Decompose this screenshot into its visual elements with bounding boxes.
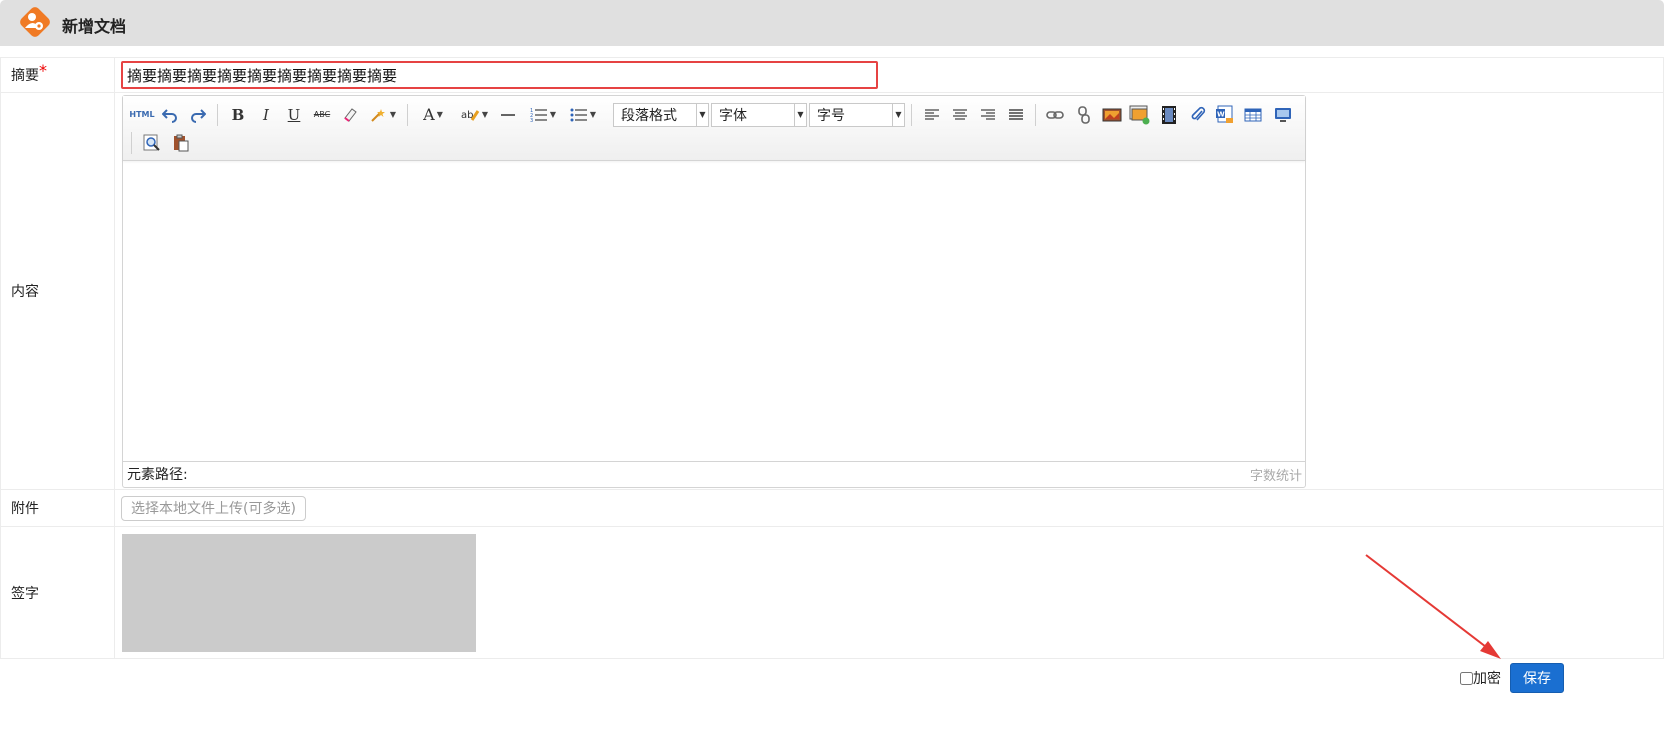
save-button[interactable]: 保存 xyxy=(1510,663,1564,693)
strikethrough-icon[interactable]: ABC xyxy=(311,103,333,127)
image-icon[interactable] xyxy=(1099,103,1125,127)
table-icon[interactable] xyxy=(1241,103,1265,127)
italic-icon[interactable]: I xyxy=(255,103,277,127)
attachment-icon[interactable] xyxy=(1186,103,1210,127)
upload-files-button[interactable]: 选择本地文件上传(可多选) xyxy=(121,495,306,521)
page-header: 新增文档 xyxy=(0,0,1664,46)
align-justify-icon[interactable] xyxy=(1005,103,1027,127)
word-import-icon[interactable]: W xyxy=(1213,103,1237,127)
format-brush-icon[interactable]: ▼ xyxy=(367,103,399,127)
chevron-down-icon: ▼ xyxy=(892,103,904,126)
align-center-icon[interactable] xyxy=(949,103,971,127)
page-title: 新增文档 xyxy=(62,17,127,36)
svg-text:3: 3 xyxy=(530,118,533,124)
eraser-icon[interactable] xyxy=(339,103,361,127)
align-right-icon[interactable] xyxy=(977,103,999,127)
attachment-row: 附件 选择本地文件上传(可多选) xyxy=(0,489,1664,527)
word-count: 字数统计 xyxy=(1249,468,1302,484)
underline-icon[interactable]: U xyxy=(283,103,305,127)
search-preview-icon[interactable] xyxy=(140,131,164,155)
toolbar-separator xyxy=(1035,103,1036,126)
summary-row: 摘要* xyxy=(0,57,1664,93)
content-cell: HTML B I U ABC ▼ A ▼ ab ▼ 1 2 3 ▼ ▼ 段落格式… xyxy=(114,92,1664,490)
redo-icon[interactable] xyxy=(187,103,209,127)
element-path-label: 元素路径: xyxy=(127,467,188,483)
chevron-down-icon: ▼ xyxy=(696,103,708,126)
video-icon[interactable] xyxy=(1157,103,1181,127)
font-family-select[interactable]: 字体 ▼ xyxy=(711,102,807,127)
signature-row: 签字 xyxy=(0,526,1664,659)
summary-input[interactable] xyxy=(121,61,878,89)
editor-statusbar: 元素路径: 字数统计 xyxy=(123,460,1305,487)
attachment-cell: 选择本地文件上传(可多选) xyxy=(114,489,1664,527)
unlink-icon[interactable] xyxy=(1072,103,1096,127)
unordered-list-icon[interactable]: ▼ xyxy=(565,103,601,127)
paste-icon[interactable] xyxy=(169,131,193,155)
document-form: 摘要* 内容 HTML B I U xyxy=(0,57,1664,659)
user-settings-icon xyxy=(18,5,52,39)
highlight-color-icon[interactable]: ab ▼ xyxy=(457,103,491,127)
signature-cell xyxy=(114,526,1664,659)
paragraph-format-select[interactable]: 段落格式 ▼ xyxy=(613,102,709,127)
content-label: 内容 xyxy=(0,92,115,490)
font-color-icon[interactable]: A ▼ xyxy=(417,103,449,127)
attachment-label: 附件 xyxy=(0,489,115,527)
link-icon[interactable] xyxy=(1043,103,1067,127)
html-source-button[interactable]: HTML xyxy=(129,103,155,127)
horizontal-rule-icon[interactable] xyxy=(497,103,519,127)
signature-pad[interactable] xyxy=(122,533,476,652)
summary-cell xyxy=(114,57,1664,93)
font-size-select[interactable]: 字号 ▼ xyxy=(809,102,905,127)
content-row: 内容 HTML B I U ABC ▼ A ▼ ab ▼ 1 2 3 ▼ ▼ 段… xyxy=(0,92,1664,490)
svg-text:W: W xyxy=(1217,110,1225,118)
chevron-down-icon: ▼ xyxy=(794,103,806,126)
bold-icon[interactable]: B xyxy=(227,103,249,127)
toolbar-separator xyxy=(131,131,132,154)
undo-icon[interactable] xyxy=(159,103,181,127)
editor-content-area[interactable] xyxy=(123,162,1305,461)
encrypt-label: 加密 xyxy=(1473,671,1501,687)
rich-text-editor: HTML B I U ABC ▼ A ▼ ab ▼ 1 2 3 ▼ ▼ 段落格式… xyxy=(122,94,1306,488)
signature-label: 签字 xyxy=(0,526,115,659)
encrypt-checkbox[interactable] xyxy=(1460,671,1473,685)
align-left-icon[interactable] xyxy=(921,103,943,127)
preview-screen-icon[interactable] xyxy=(1271,103,1295,127)
encrypt-option[interactable]: 加密 xyxy=(1460,668,1501,688)
toolbar-separator xyxy=(407,103,408,126)
editor-toolbar: HTML B I U ABC ▼ A ▼ ab ▼ 1 2 3 ▼ ▼ 段落格式… xyxy=(123,95,1305,161)
summary-label: 摘要* xyxy=(0,57,115,93)
toolbar-separator xyxy=(911,103,912,126)
ordered-list-icon[interactable]: 1 2 3 ▼ xyxy=(525,103,561,127)
multi-image-icon[interactable] xyxy=(1127,103,1153,127)
toolbar-separator xyxy=(217,103,218,126)
required-mark: * xyxy=(39,61,47,80)
